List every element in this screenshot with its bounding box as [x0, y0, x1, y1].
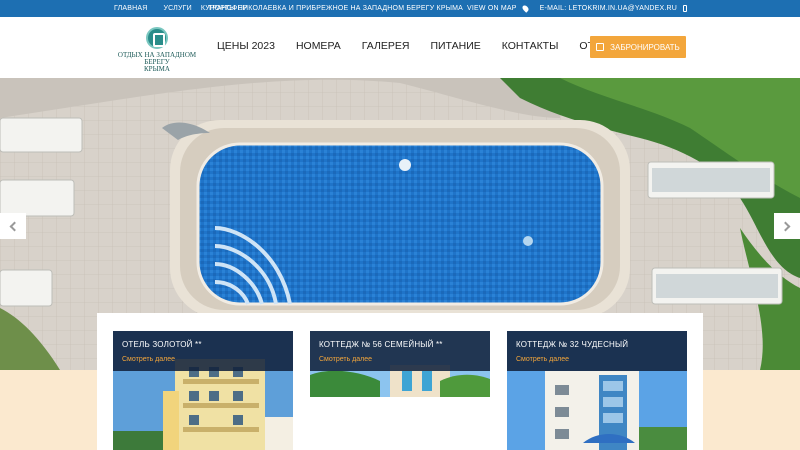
- top-link-services[interactable]: УСЛУГИ: [164, 5, 192, 12]
- phone-icon[interactable]: [683, 5, 687, 12]
- main-nav: ЦЕНЫ 2023 НОМЕРА ГАЛЕРЕЯ ПИТАНИЕ КОНТАКТ…: [217, 40, 626, 52]
- book-button-label: ЗАБРОНИРОВАТЬ: [610, 42, 680, 52]
- book-button[interactable]: ЗАБРОНИРОВАТЬ: [590, 36, 686, 58]
- logo-text: ОТДЫХ НА ЗАПАДНОМ БЕРЕГУ КРЫМА: [114, 52, 200, 73]
- logo-mark-icon: [146, 27, 168, 49]
- chevron-left-icon: [9, 221, 20, 231]
- nav-food[interactable]: ПИТАНИЕ: [430, 40, 480, 52]
- card-hotel-zolotoy[interactable]: ОТЕЛЬ ЗОЛОТОЙ ** Смотреть далее: [113, 331, 293, 450]
- card-header: КОТТЕДЖ № 56 СЕМЕЙНЫЙ ** Смотреть далее: [310, 331, 490, 371]
- card-cottage-32[interactable]: КОТТЕДЖ № 32 ЧУДЕСНЫЙ Смотреть далее: [507, 331, 687, 450]
- view-on-map-link[interactable]: VIEW ON MAP: [467, 5, 517, 12]
- card-title: КОТТЕДЖ № 32 ЧУДЕСНЫЙ: [516, 340, 629, 349]
- logo-line-2: КРЫМА: [144, 65, 170, 73]
- site-logo[interactable]: ОТДЫХ НА ЗАПАДНОМ БЕРЕГУ КРЫМА: [114, 27, 200, 73]
- card-header: КОТТЕДЖ № 32 ЧУДЕСНЫЙ Смотреть далее: [507, 331, 687, 371]
- header: ОТДЫХ НА ЗАПАДНОМ БЕРЕГУ КРЫМА ЦЕНЫ 2023…: [0, 17, 800, 78]
- slider-next-button[interactable]: [774, 213, 800, 239]
- nav-gallery[interactable]: ГАЛЕРЕЯ: [362, 40, 410, 52]
- chevron-right-icon: [780, 221, 791, 231]
- map-pin-icon[interactable]: [520, 4, 530, 13]
- email-link[interactable]: E-MAIL: LETOKRIM.IN.UA@YANDEX.RU: [540, 5, 677, 12]
- card-cottage-56[interactable]: КОТТЕДЖ № 56 СЕМЕЙНЫЙ ** Смотреть далее: [310, 331, 490, 397]
- nav-prices[interactable]: ЦЕНЫ 2023: [217, 40, 275, 52]
- card-more-link[interactable]: Смотреть далее: [319, 356, 481, 363]
- nav-rooms[interactable]: НОМЕРА: [296, 40, 341, 52]
- logo-line-1: ОТДЫХ НА ЗАПАДНОМ БЕРЕГУ: [117, 51, 197, 66]
- card-title: КОТТЕДЖ № 56 СЕМЕЙНЫЙ **: [319, 340, 443, 349]
- card-title: ОТЕЛЬ ЗОЛОТОЙ **: [122, 340, 202, 349]
- top-bar: ГЛАВНАЯ УСЛУГИ ТРАНСФЕР КУРОРТЫ НИКОЛАЕВ…: [0, 0, 800, 17]
- nav-contacts[interactable]: КОНТАКТЫ: [502, 40, 559, 52]
- card-more-link[interactable]: Смотреть далее: [516, 356, 678, 363]
- calendar-icon: [596, 43, 605, 51]
- card-more-link[interactable]: Смотреть далее: [122, 356, 284, 363]
- top-link-home[interactable]: ГЛАВНАЯ: [114, 5, 148, 12]
- slider-prev-button[interactable]: [0, 213, 26, 239]
- resorts-text: КУРОРТЫ НИКОЛАЕВКА И ПРИБРЕЖНОЕ НА ЗАПАД…: [200, 5, 464, 12]
- top-contacts: КУРОРТЫ НИКОЛАЕВКА И ПРИБРЕЖНОЕ НА ЗАПАД…: [201, 0, 687, 17]
- card-header: ОТЕЛЬ ЗОЛОТОЙ ** Смотреть далее: [113, 331, 293, 371]
